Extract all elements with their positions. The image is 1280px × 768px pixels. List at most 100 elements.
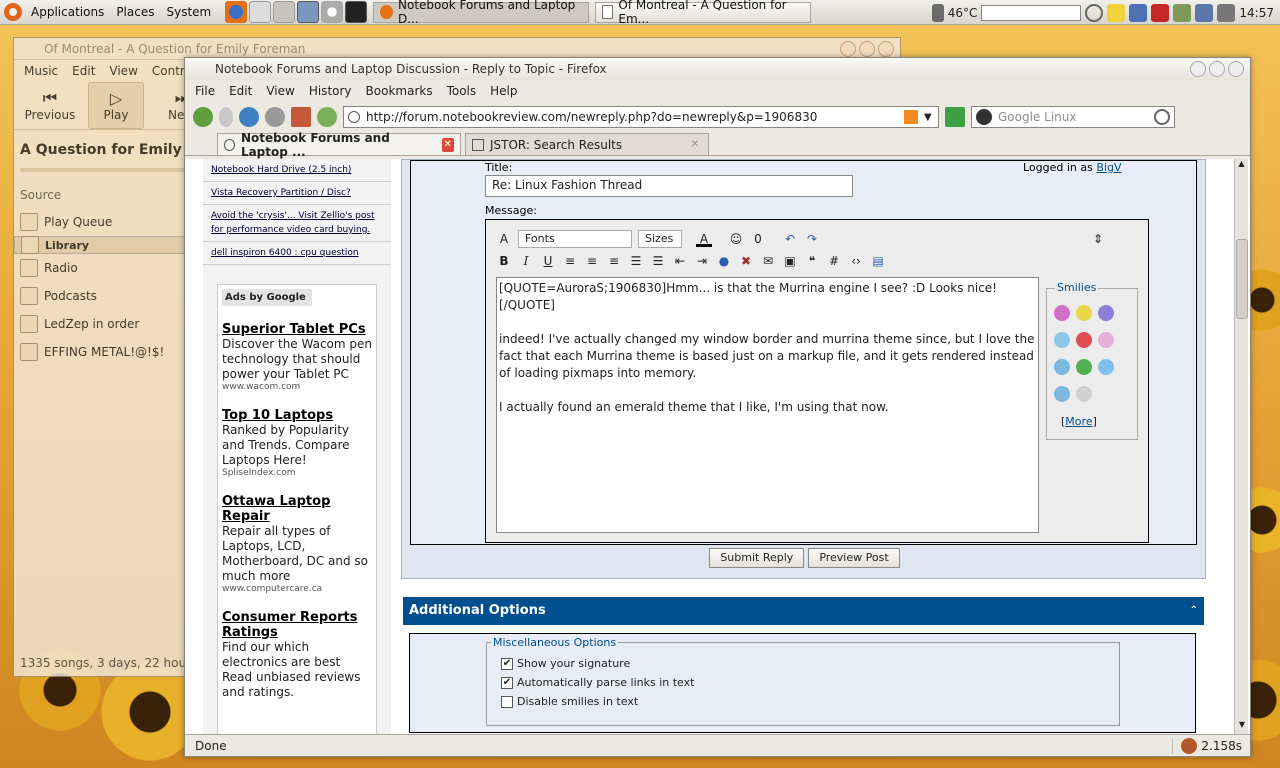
outdent-icon[interactable]: ⇤ bbox=[672, 253, 688, 269]
close-tab-icon[interactable]: ✕ bbox=[441, 137, 454, 152]
firebug-icon[interactable] bbox=[1181, 737, 1198, 754]
related-thread-link[interactable]: dell inspiron 6400 : cpu question bbox=[203, 242, 391, 265]
display-icon[interactable] bbox=[1195, 3, 1214, 22]
menu-bookmarks[interactable]: Bookmarks bbox=[366, 80, 433, 102]
play-button[interactable]: ▷ Play bbox=[88, 82, 144, 129]
scroll-up-icon[interactable]: ▲ bbox=[1235, 159, 1248, 173]
php-icon[interactable]: ▤ bbox=[870, 253, 886, 269]
code-icon[interactable]: ‹› bbox=[848, 253, 864, 269]
underline-icon[interactable]: U bbox=[540, 253, 556, 269]
menu-system[interactable]: System bbox=[160, 0, 217, 25]
task-firefox[interactable]: Notebook Forums and Laptop D... bbox=[373, 0, 590, 26]
additional-options-header[interactable]: Additional Options ⌃ bbox=[403, 597, 1204, 625]
ad-title[interactable]: Top 10 Laptops bbox=[222, 408, 372, 423]
redo-icon[interactable]: ↷ bbox=[804, 231, 820, 247]
font-select[interactable]: Fonts bbox=[518, 230, 632, 248]
task-rhythmbox[interactable]: Of Montreal - A Question for Em... bbox=[595, 0, 812, 26]
bold-icon[interactable]: B bbox=[496, 253, 512, 269]
maximize-button[interactable] bbox=[1209, 61, 1225, 77]
forward-icon[interactable] bbox=[219, 107, 233, 127]
menu-applications[interactable]: Applications bbox=[25, 0, 110, 25]
ad-url[interactable]: www.wacom.com bbox=[222, 382, 372, 392]
message-textarea[interactable]: [QUOTE=AuroraS;1906830]Hmm... is that th… bbox=[496, 277, 1039, 533]
smilie-icon[interactable] bbox=[1054, 359, 1070, 375]
ubuntu-logo-icon[interactable] bbox=[4, 3, 22, 21]
italic-icon[interactable]: I bbox=[518, 253, 534, 269]
search-icon[interactable] bbox=[1085, 3, 1104, 22]
mail-icon[interactable] bbox=[249, 1, 272, 23]
stop-icon[interactable] bbox=[265, 107, 285, 127]
desktop-icon[interactable] bbox=[297, 1, 320, 23]
rss-icon[interactable] bbox=[904, 110, 918, 124]
home-icon[interactable] bbox=[273, 1, 296, 23]
smilie-icon[interactable] bbox=[1098, 359, 1114, 375]
terminal-icon[interactable] bbox=[345, 1, 368, 23]
ruby-icon[interactable] bbox=[1151, 3, 1170, 22]
smilie-icon[interactable] bbox=[1076, 305, 1092, 321]
search-box[interactable]: Google Linux bbox=[971, 106, 1175, 128]
user-link[interactable]: BigV bbox=[1096, 161, 1121, 174]
remove-format-icon[interactable]: A bbox=[496, 231, 512, 247]
ad-title[interactable]: Ottawa Laptop Repair bbox=[222, 494, 372, 524]
smilie-icon[interactable] bbox=[1054, 386, 1070, 402]
size-select[interactable]: Sizes bbox=[638, 230, 682, 248]
volume-icon[interactable] bbox=[1217, 3, 1236, 22]
firefox-icon[interactable] bbox=[225, 1, 248, 23]
smilie-icon[interactable] bbox=[1054, 305, 1070, 321]
smilie-icon[interactable] bbox=[1076, 386, 1092, 402]
close-tab-icon[interactable]: ✕ bbox=[688, 138, 702, 152]
network-icon[interactable] bbox=[1129, 3, 1148, 22]
ad-url[interactable]: www.computercare.ca bbox=[222, 584, 372, 594]
smilie-icon[interactable] bbox=[1076, 332, 1092, 348]
menu-view[interactable]: View bbox=[266, 80, 294, 102]
smilie-icon[interactable] bbox=[1098, 332, 1114, 348]
smilie-icon[interactable] bbox=[1076, 359, 1092, 375]
resize-editor-icon[interactable]: ⇕ bbox=[1090, 231, 1106, 247]
ordered-list-icon[interactable]: ☰ bbox=[628, 253, 644, 269]
menu-view[interactable]: View bbox=[109, 60, 137, 82]
home-icon[interactable] bbox=[291, 107, 311, 127]
menu-history[interactable]: History bbox=[309, 80, 352, 102]
image-icon[interactable]: ▣ bbox=[782, 253, 798, 269]
submit-reply-button[interactable]: Submit Reply bbox=[709, 548, 805, 568]
smiley-icon[interactable]: ☺ bbox=[728, 231, 744, 247]
close-button[interactable] bbox=[1228, 61, 1244, 77]
tab-jstor[interactable]: JSTOR: Search Results ✕ bbox=[465, 133, 709, 155]
menu-places[interactable]: Places bbox=[110, 0, 160, 25]
reload-icon[interactable] bbox=[239, 107, 259, 127]
link-icon[interactable]: ● bbox=[716, 253, 732, 269]
maximize-button[interactable] bbox=[859, 41, 875, 57]
url-dropdown-icon[interactable]: ▼ bbox=[924, 112, 938, 123]
back-icon[interactable] bbox=[193, 107, 213, 127]
align-right-icon[interactable]: ≡ bbox=[606, 253, 622, 269]
menu-file[interactable]: File bbox=[195, 80, 215, 102]
align-left-icon[interactable]: ≡ bbox=[562, 253, 578, 269]
related-thread-link[interactable]: Vista Recovery Partition / Disc? bbox=[203, 182, 391, 205]
unlink-icon[interactable]: ✖ bbox=[738, 253, 754, 269]
menu-edit[interactable]: Edit bbox=[72, 60, 95, 82]
indent-icon[interactable]: ⇥ bbox=[694, 253, 710, 269]
quote-icon[interactable]: ❝ bbox=[804, 253, 820, 269]
menu-tools[interactable]: Tools bbox=[447, 80, 477, 102]
ad-url[interactable]: SpliseIndex.com bbox=[222, 468, 372, 478]
clock[interactable]: 14:57 bbox=[1239, 6, 1274, 20]
minimize-button[interactable] bbox=[840, 41, 856, 57]
ad-title[interactable]: Superior Tablet PCs bbox=[222, 322, 372, 337]
menu-music[interactable]: Music bbox=[24, 60, 58, 82]
menu-edit[interactable]: Edit bbox=[229, 80, 252, 102]
email-icon[interactable]: ✉ bbox=[760, 253, 776, 269]
more-smilies-link[interactable]: More bbox=[1065, 415, 1092, 428]
user-icon[interactable] bbox=[1173, 3, 1192, 22]
smilie-icon[interactable] bbox=[1054, 332, 1070, 348]
undo-icon[interactable]: ↶ bbox=[782, 231, 798, 247]
option-checkbox[interactable]: ✔ bbox=[501, 676, 513, 689]
search-engine-icon[interactable] bbox=[976, 109, 992, 125]
related-thread-link[interactable]: Avoid the 'crysis'... Visit Zellio's pos… bbox=[203, 205, 391, 242]
go-icon[interactable] bbox=[945, 107, 965, 127]
previous-button[interactable]: ⏮ Previous bbox=[22, 82, 78, 129]
collapse-icon[interactable]: ⌃ bbox=[1190, 597, 1198, 625]
scroll-down-icon[interactable]: ▼ bbox=[1235, 720, 1249, 734]
ad-title[interactable]: Consumer Reports Ratings bbox=[222, 610, 372, 640]
text-color-icon[interactable]: A bbox=[696, 231, 712, 247]
ads-by-google[interactable]: Ads by Google bbox=[222, 289, 312, 306]
